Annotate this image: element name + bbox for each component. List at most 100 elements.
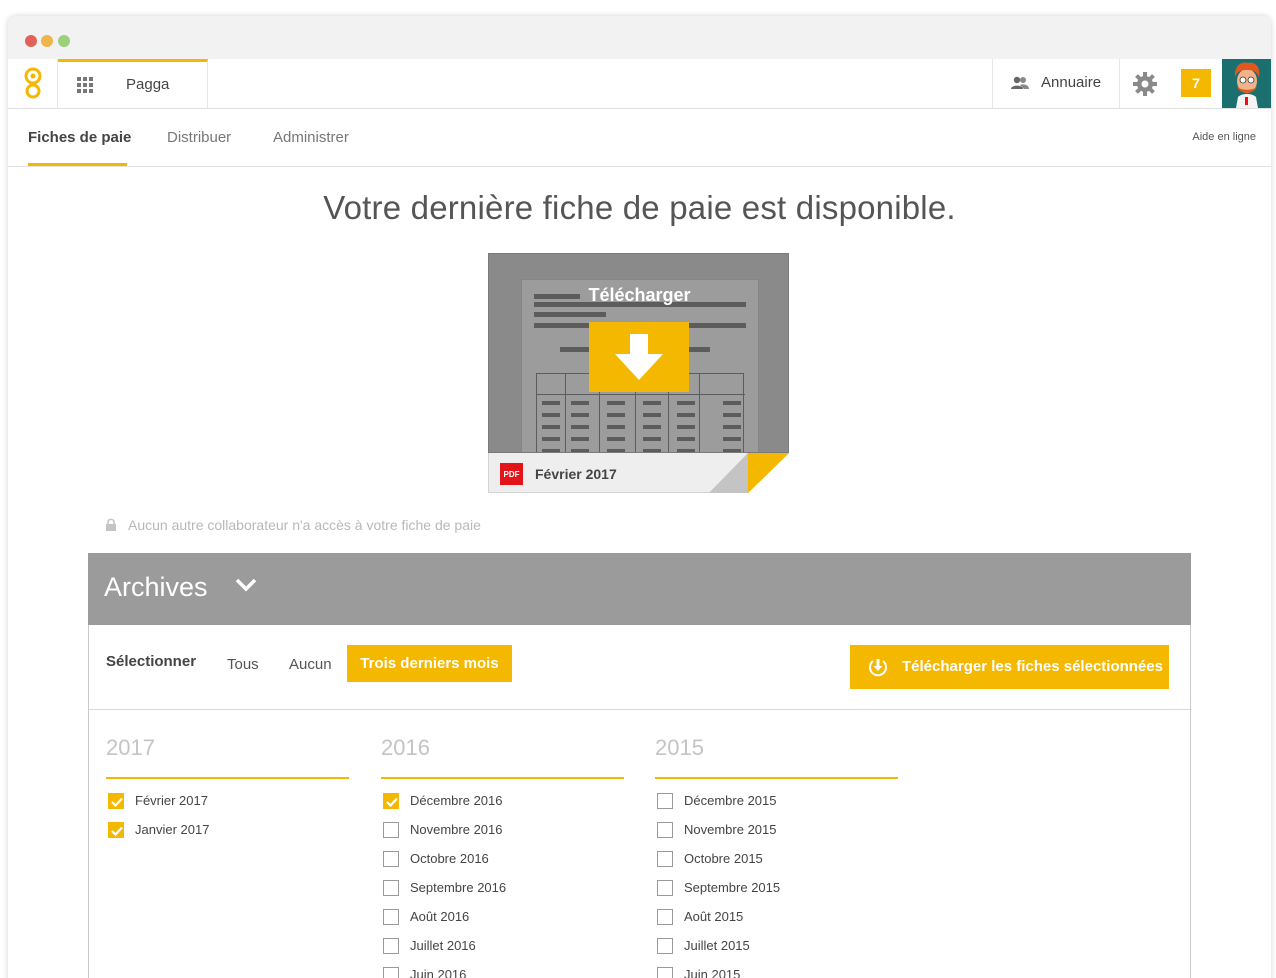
month-checkbox[interactable] — [383, 938, 399, 954]
month-checkbox[interactable] — [657, 909, 673, 925]
select-last-three-months-button[interactable]: Trois derniers mois — [347, 645, 512, 682]
month-label: Août 2015 — [684, 909, 744, 924]
month-item[interactable]: Novembre 2016 — [381, 814, 624, 843]
month-item[interactable]: Février 2017 — [106, 785, 349, 814]
month-item[interactable]: Octobre 2016 — [381, 843, 624, 872]
online-help-link[interactable]: Aide en ligne — [1192, 131, 1256, 143]
download-selected-button[interactable]: Télécharger les fiches sélectionnées — [850, 645, 1169, 689]
month-item[interactable]: Janvier 2017 — [106, 814, 349, 843]
settings-button[interactable] — [1120, 59, 1170, 108]
page-title: Votre dernière fiche de paie est disponi… — [323, 189, 956, 226]
month-checkbox[interactable] — [383, 880, 399, 896]
select-all-button[interactable]: Tous — [227, 656, 259, 673]
month-checkbox[interactable] — [657, 851, 673, 867]
privacy-text: Aucun autre collaborateur n'a accès à vo… — [128, 517, 481, 533]
tab-payslips[interactable]: Fiches de paie — [28, 129, 131, 146]
notification-badge[interactable]: 7 — [1181, 69, 1211, 97]
lock-icon — [106, 518, 116, 531]
maximize-window-button[interactable] — [58, 35, 70, 47]
download-circle-icon — [869, 659, 887, 677]
app-name: Pagga — [126, 76, 170, 93]
month-item[interactable]: Août 2016 — [381, 901, 624, 930]
download-latest-button[interactable] — [589, 322, 689, 392]
divider — [89, 709, 1192, 710]
month-label: Novembre 2015 — [684, 822, 777, 837]
month-item[interactable]: Septembre 2016 — [381, 872, 624, 901]
month-checkbox[interactable] — [383, 793, 399, 809]
month-item[interactable]: Juillet 2016 — [381, 930, 624, 959]
month-item[interactable]: Juillet 2015 — [655, 930, 898, 959]
year-column-2016: 2016 Décembre 2016 Novembre 2016 Octobre 20… — [381, 735, 624, 978]
month-item[interactable]: Octobre 2015 — [655, 843, 898, 872]
month-checkbox[interactable] — [383, 909, 399, 925]
tab-distribute[interactable]: Distribuer — [167, 129, 231, 146]
month-label: Décembre 2015 — [684, 793, 777, 808]
pdf-icon: PDF — [500, 463, 523, 485]
month-label: Juillet 2016 — [410, 938, 476, 953]
month-item[interactable]: Août 2015 — [655, 901, 898, 930]
month-item[interactable]: Novembre 2015 — [655, 814, 898, 843]
active-tab-indicator — [28, 163, 127, 166]
close-window-button[interactable] — [25, 35, 37, 47]
directory-link[interactable]: Annuaire — [992, 59, 1120, 108]
month-label: Décembre 2016 — [410, 793, 503, 808]
month-item[interactable]: Septembre 2015 — [655, 872, 898, 901]
payslip-period: Février 2017 — [535, 466, 617, 482]
month-checkbox[interactable] — [657, 822, 673, 838]
chevron-down-icon[interactable] — [234, 577, 258, 593]
month-label: Juillet 2015 — [684, 938, 750, 953]
month-label: Octobre 2016 — [410, 851, 489, 866]
month-checkbox[interactable] — [657, 967, 673, 978]
month-label: Juin 2015 — [684, 967, 741, 978]
month-checkbox[interactable] — [108, 793, 124, 809]
privacy-note: Aucun autre collaborateur n'a accès à vo… — [106, 517, 481, 533]
user-avatar[interactable] — [1222, 59, 1271, 108]
download-arrow-icon — [615, 334, 663, 380]
checkmark-icon — [111, 797, 123, 807]
select-none-button[interactable]: Aucun — [289, 656, 332, 673]
month-checkbox[interactable] — [108, 822, 124, 838]
month-checkbox[interactable] — [383, 822, 399, 838]
home-logo[interactable] — [8, 59, 58, 108]
month-label: Janvier 2017 — [135, 822, 210, 837]
latest-payslip-card[interactable]: Télécharger PDF Février 2017 — [488, 253, 789, 493]
month-label: Juin 2016 — [410, 967, 467, 978]
top-navigation: Pagga Annuaire 7 — [8, 59, 1271, 109]
window-titlebar — [8, 16, 1271, 59]
month-label: Février 2017 — [135, 793, 208, 808]
tab-administer[interactable]: Administrer — [273, 129, 349, 146]
page-fold-corner-icon — [709, 453, 789, 493]
month-item[interactable]: Juin 2016 — [381, 959, 624, 978]
download-selected-label: Télécharger les fiches sélectionnées — [902, 658, 1163, 675]
month-label: Septembre 2016 — [410, 880, 507, 895]
archives-header[interactable]: Archives — [88, 553, 1191, 625]
month-checkbox[interactable] — [657, 793, 673, 809]
section-tabs: Fiches de paie Distribuer Administrer Ai… — [8, 109, 1271, 167]
month-checkbox[interactable] — [657, 880, 673, 896]
month-item[interactable]: Juin 2015 — [655, 959, 898, 978]
year-column-2015: 2015 Décembre 2015 Novembre 2015 Octobre 20… — [655, 735, 898, 978]
archives-panel: Sélectionner Tous Aucun Trois derniers m… — [88, 625, 1192, 978]
payslip-preview: Télécharger — [488, 253, 789, 453]
month-checkbox[interactable] — [383, 967, 399, 978]
year-heading: 2017 — [106, 735, 349, 779]
archives-title: Archives — [104, 572, 208, 602]
year-column-2017: 2017 Février 2017 Janvier 2017 — [106, 735, 349, 843]
month-item[interactable]: Décembre 2015 — [655, 785, 898, 814]
people-icon — [1011, 76, 1029, 89]
month-label: Octobre 2015 — [684, 851, 763, 866]
app-switcher[interactable]: Pagga — [58, 59, 208, 108]
checkmark-icon — [386, 797, 398, 807]
checkmark-icon — [111, 826, 123, 836]
directory-label: Annuaire — [1041, 74, 1102, 91]
gear-icon — [1133, 71, 1157, 96]
year-heading: 2015 — [655, 735, 898, 779]
month-item[interactable]: Décembre 2016 — [381, 785, 624, 814]
month-checkbox[interactable] — [657, 938, 673, 954]
select-label: Sélectionner — [106, 653, 197, 670]
brand-logo-icon — [24, 67, 41, 98]
browser-window: Pagga Annuaire 7 Fiches de paie Distribu… — [8, 16, 1271, 978]
avatar-illustration-icon — [1222, 59, 1271, 108]
month-checkbox[interactable] — [383, 851, 399, 867]
minimize-window-button[interactable] — [41, 35, 53, 47]
